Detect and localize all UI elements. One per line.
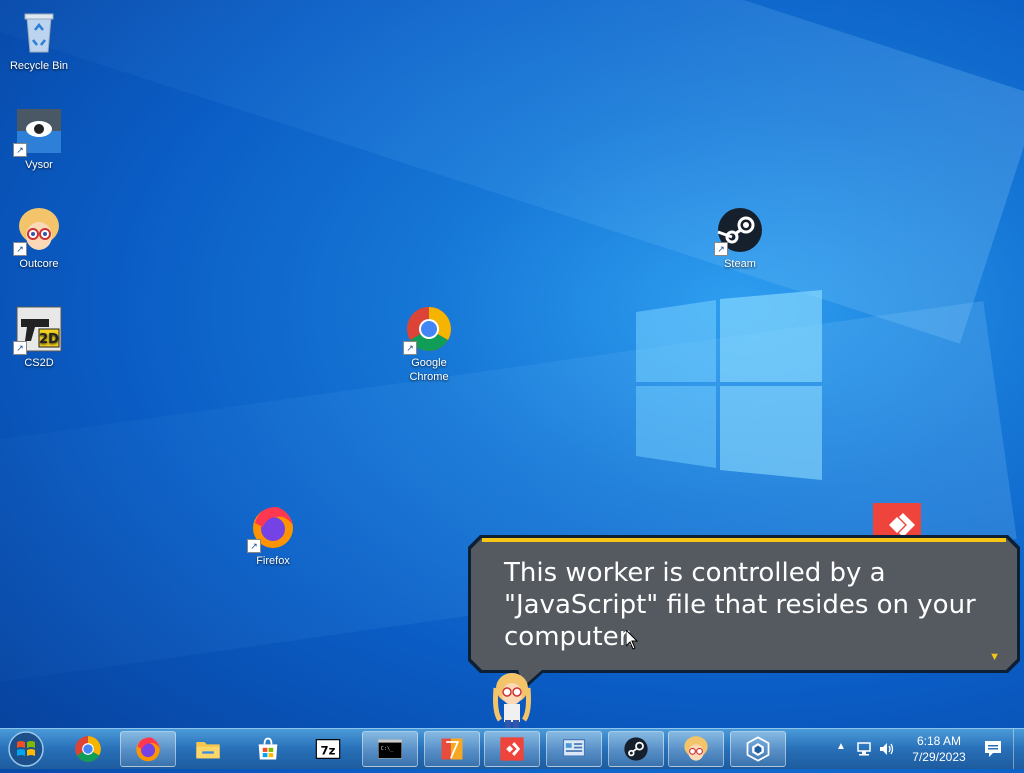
firefox-icon (136, 737, 160, 762)
taskbar: 7z C:\_ ▲ 6:18 AM 7/29/2023 (0, 728, 1024, 769)
desktop: Recycle Bin ↗ Vysor ↗ Outcore 2D ↗ CS2D … (0, 0, 1024, 730)
taskbar-chrome[interactable] (60, 731, 116, 767)
mouse-cursor-icon (626, 630, 638, 650)
folder-icon (196, 742, 220, 759)
windows-start-icon (8, 731, 44, 767)
steam-icon (624, 737, 648, 761)
volume-icon[interactable] (878, 740, 896, 758)
taskbar-anydesk[interactable] (484, 731, 540, 767)
outcore-icon: ↗ (13, 206, 63, 256)
desktop-icon-recycle-bin[interactable]: Recycle Bin (1, 8, 77, 73)
cs2d-icon: 2D ↗ (13, 305, 63, 355)
taskbar-notepad[interactable] (424, 731, 480, 767)
desktop-icon-label: Vysor (25, 159, 53, 171)
control-panel-icon (562, 739, 586, 757)
desktop-icon-label: Firefox (256, 555, 290, 567)
desktop-icon-firefox[interactable]: ↗ Firefox (235, 503, 311, 568)
notepad-icon (441, 738, 463, 760)
desktop-icon-label: Recycle Bin (9, 60, 69, 72)
notification-center-icon[interactable] (982, 738, 1004, 760)
shortcut-arrow-icon: ↗ (247, 539, 261, 553)
svg-text:7z: 7z (321, 743, 336, 757)
show-desktop-button[interactable] (1013, 729, 1024, 769)
firefox-icon: ↗ (247, 503, 297, 553)
desktop-icon-label: CS2D (24, 357, 54, 369)
recycle-bin-icon (15, 8, 63, 56)
start-button[interactable] (4, 730, 48, 768)
taskbar-command-prompt[interactable]: C:\_ (362, 731, 418, 767)
unity-icon (746, 736, 770, 762)
steam-icon: ↗ (714, 206, 764, 256)
desktop-icon-steam[interactable]: ↗ Steam (702, 206, 778, 271)
taskbar-steam[interactable] (608, 731, 664, 767)
light-beam (0, 0, 1024, 344)
taskbar-unity[interactable] (730, 731, 786, 767)
taskbar-7zip[interactable]: 7z (300, 731, 356, 767)
taskbar-clock[interactable]: 6:18 AM 7/29/2023 (902, 733, 976, 765)
mascot-speech-bubble[interactable]: This worker is controlled by a "JavaScri… (468, 535, 1020, 673)
show-hidden-icons-chevron-icon[interactable]: ▲ (836, 741, 846, 752)
shortcut-arrow-icon: ↗ (13, 242, 27, 256)
desktop-icon-outcore[interactable]: ↗ Outcore (1, 206, 77, 271)
7zip-icon: 7z (315, 739, 341, 759)
shortcut-arrow-icon: ↗ (13, 143, 27, 157)
chrome-icon: ↗ (403, 305, 453, 355)
desktop-icon-label: Outcore (19, 258, 59, 270)
shortcut-arrow-icon: ↗ (13, 341, 27, 355)
cmd-icon: C:\_ (378, 739, 402, 759)
network-icon[interactable] (856, 740, 874, 758)
desktop-icon-label: Google Chrome (409, 357, 449, 383)
shortcut-arrow-icon: ↗ (714, 242, 728, 256)
shortcut-arrow-icon: ↗ (403, 341, 417, 355)
clock-date: 7/29/2023 (912, 750, 966, 764)
desktop-icon-cs2d[interactable]: 2D ↗ CS2D (1, 305, 77, 370)
store-icon (258, 737, 278, 760)
windows-logo-wallpaper (636, 290, 822, 480)
anydesk-icon (500, 737, 524, 761)
clock-time: 6:18 AM (916, 734, 962, 748)
vysor-icon: ↗ (13, 107, 63, 157)
taskbar-file-explorer[interactable] (180, 731, 236, 767)
outcore-icon (684, 736, 708, 761)
svg-text:2D: 2D (39, 332, 59, 347)
desktop-icon-vysor[interactable]: ↗ Vysor (1, 107, 77, 172)
desktop-icon-google-chrome[interactable]: ↗ Google Chrome (391, 305, 467, 384)
taskbar-control-panel[interactable] (546, 731, 602, 767)
desktop-icon-label: Steam (724, 258, 756, 270)
chrome-icon (75, 736, 101, 762)
svg-text:C:\_: C:\_ (381, 746, 394, 752)
outcore-mascot[interactable] (490, 672, 534, 730)
dialog-text: This worker is controlled by a "JavaScri… (504, 558, 976, 652)
continue-arrow-icon: ▼ (989, 651, 1000, 663)
taskbar-store[interactable] (240, 731, 296, 767)
taskbar-firefox[interactable] (120, 731, 176, 767)
taskbar-outcore[interactable] (668, 731, 724, 767)
